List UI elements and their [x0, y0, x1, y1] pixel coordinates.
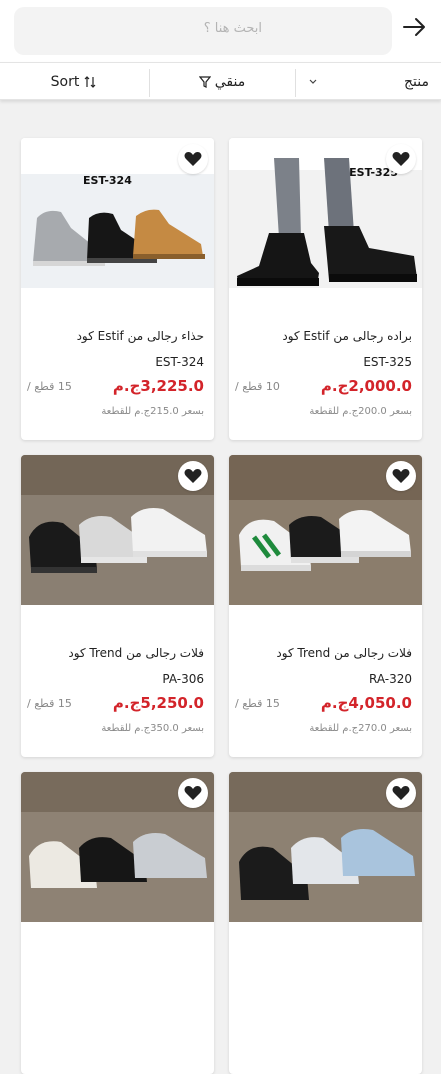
heart-icon[interactable] [178, 144, 208, 174]
product-type-dropdown[interactable]: منتج [296, 63, 441, 101]
product-name: فلات رجالى من Trend كود [68, 646, 204, 660]
product-price: 5,250.0ج.م [112, 694, 204, 712]
filter-bar: Sort منقي منتج [0, 62, 441, 100]
product-code: EST-325 [363, 355, 412, 369]
sort-icon [84, 76, 96, 88]
product-code: EST-324 [155, 355, 204, 369]
unit-price: بسعر 200.0ج.م للقطعة [309, 406, 412, 417]
product-card[interactable] [229, 772, 422, 1074]
chevron-down-icon [309, 79, 317, 84]
product-quantity: 10 قطع / [235, 380, 280, 393]
product-price: 3,225.0ج.م [112, 377, 204, 395]
unit-price: بسعر 215.0ج.م للقطعة [101, 406, 204, 417]
product-quantity: 15 قطع / [27, 697, 72, 710]
product-card[interactable] [21, 772, 214, 1074]
product-quantity: 15 قطع / [235, 697, 280, 710]
heart-icon[interactable] [178, 778, 208, 808]
product-card[interactable]: فلات رجالى من Trend كود PA-306 5,250.0ج.… [21, 455, 214, 757]
product-card[interactable]: EST-324 حذاء رجالى من Estif كود EST-324 … [21, 138, 214, 440]
product-code: PA-306 [162, 672, 204, 686]
filter-label: منقي [214, 74, 246, 90]
product-price: 4,050.0ج.م [320, 694, 412, 712]
product-quantity: 15 قطع / [27, 380, 72, 393]
product-card[interactable]: EST-325 براده رجالى من Estif كود EST-325… [229, 138, 422, 440]
heart-icon[interactable] [178, 461, 208, 491]
search-placeholder: ابحث هنا ؟ [203, 21, 262, 36]
product-name: براده رجالى من Estif كود [282, 329, 412, 343]
product-type-label: منتج [404, 74, 429, 90]
filter-button[interactable]: منقي [150, 63, 294, 101]
top-bar: ابحث هنا ؟ [0, 0, 441, 62]
unit-price: بسعر 270.0ج.م للقطعة [309, 723, 412, 734]
product-name: حذاء رجالى من Estif كود [76, 329, 204, 343]
product-code: RA-320 [368, 672, 412, 686]
sort-label: Sort [50, 74, 80, 90]
unit-price: بسعر 350.0ج.م للقطعة [101, 723, 204, 734]
filter-icon [198, 76, 211, 88]
product-price: 2,000.0ج.م [320, 377, 412, 395]
product-name: فلات رجالى من Trend كود [276, 646, 412, 660]
back-arrow-icon[interactable] [399, 12, 429, 42]
sort-button[interactable]: Sort [0, 63, 148, 101]
heart-icon[interactable] [386, 144, 416, 174]
product-card[interactable]: فلات رجالى من Trend كود RA-320 4,050.0ج.… [229, 455, 422, 757]
heart-icon[interactable] [386, 461, 416, 491]
model-code-badge: EST-324 [83, 174, 132, 187]
heart-icon[interactable] [386, 778, 416, 808]
search-input[interactable]: ابحث هنا ؟ [14, 7, 392, 55]
